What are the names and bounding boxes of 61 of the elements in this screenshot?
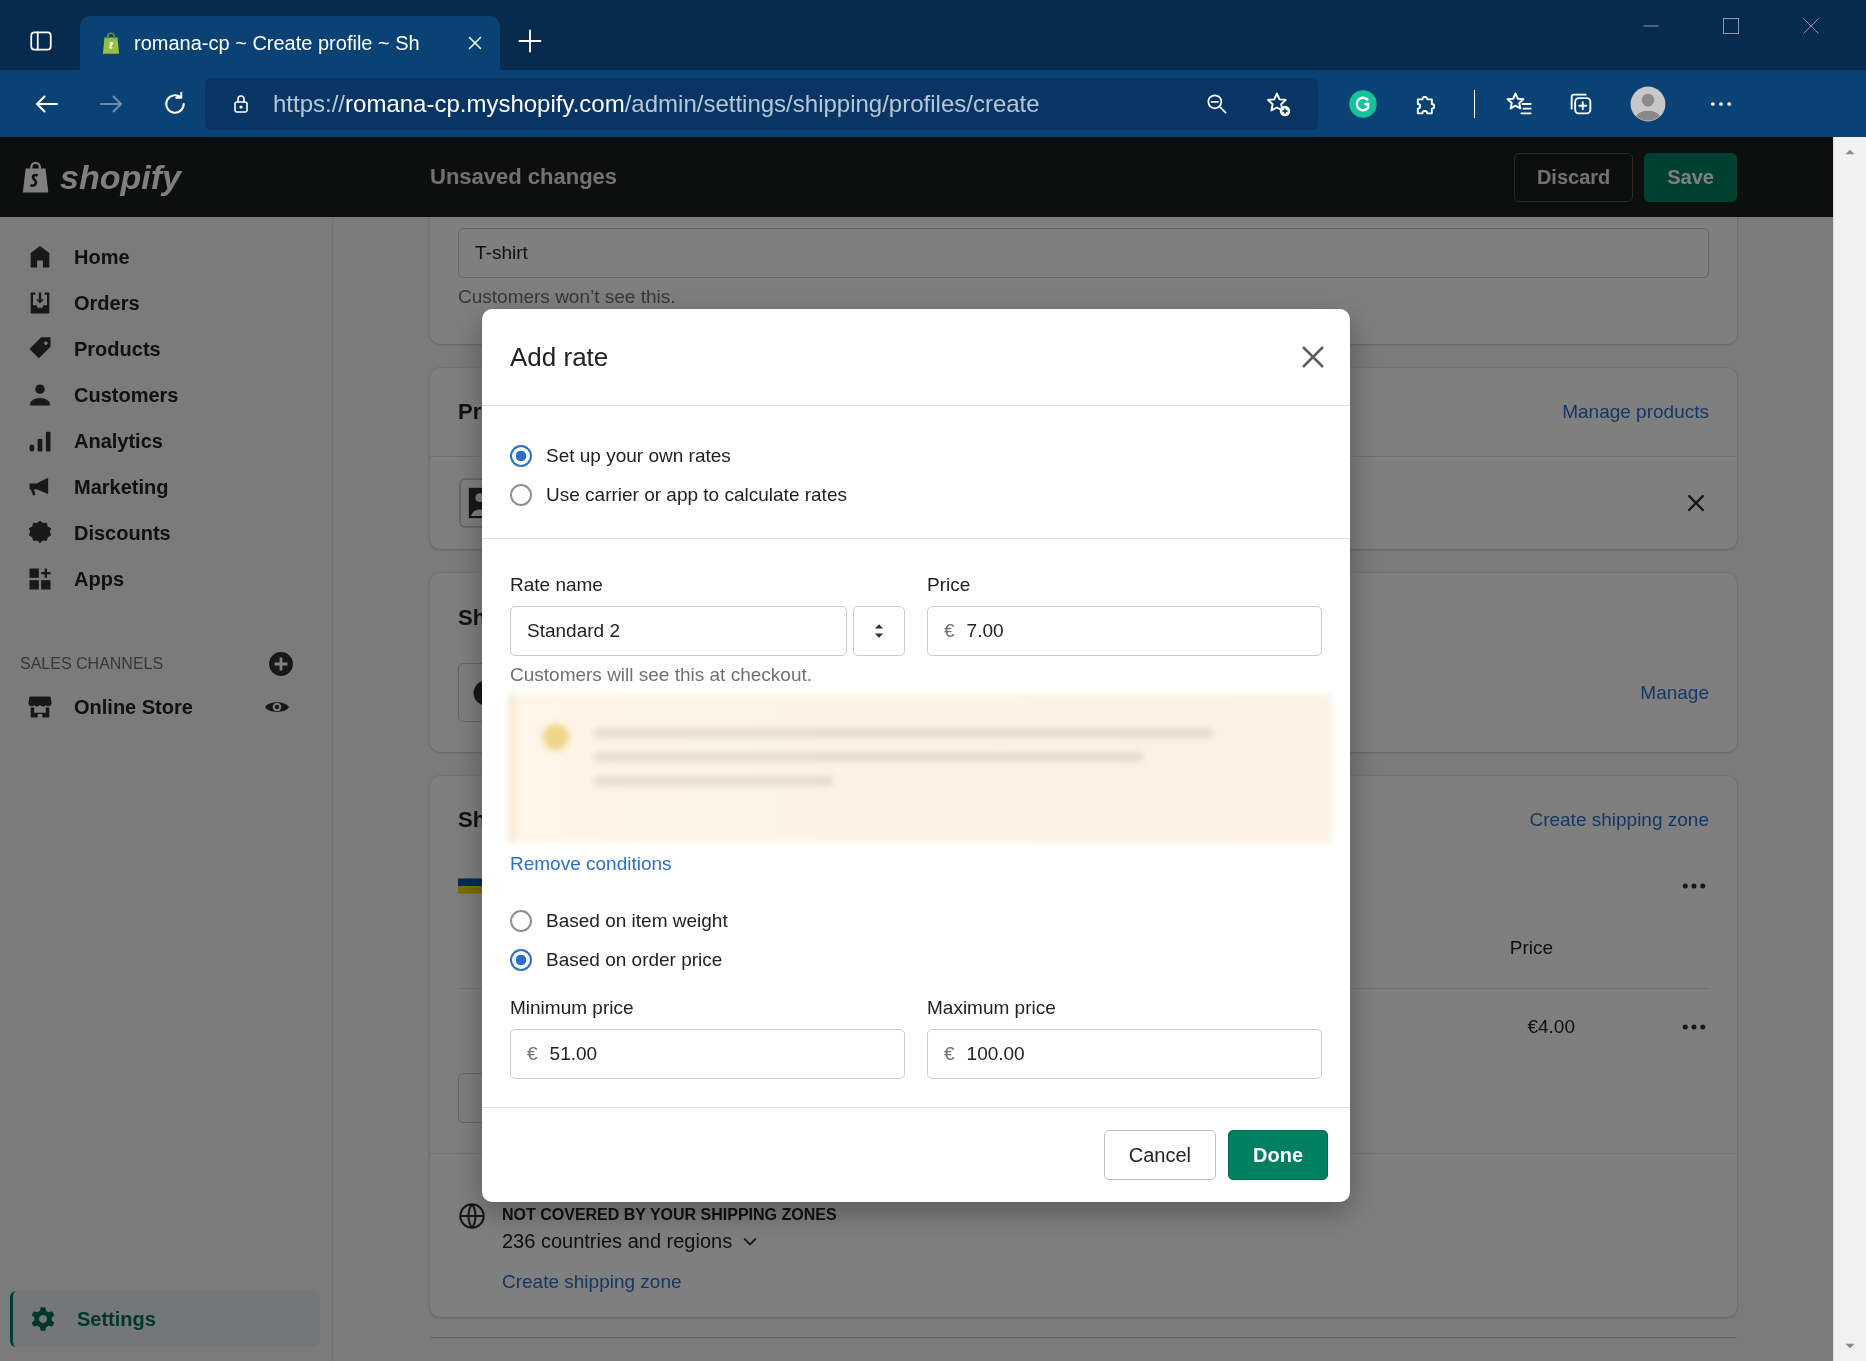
nav-item[interactable]: Customers	[0, 372, 320, 418]
field-label: Rate name	[510, 574, 604, 596]
grammar-extension-icon[interactable]	[1348, 88, 1378, 119]
column-header: Price	[1509, 937, 1553, 959]
radio-option[interactable]: Based on order price	[510, 946, 1322, 973]
nav-item[interactable]: Discounts	[0, 510, 320, 556]
countries-dropdown[interactable]: 236 countries and regions	[502, 1230, 837, 1253]
minimum-price-field[interactable]: € 51.00	[510, 1029, 905, 1079]
manage-products-link[interactable]: Manage products	[1562, 401, 1709, 423]
browser-tab[interactable]: romana-cp ~ Create profile ~ Sh	[80, 16, 500, 70]
radio-button[interactable]	[510, 948, 532, 971]
field-label: Price	[927, 574, 972, 596]
page-status: Unsaved changes	[430, 164, 618, 190]
tab-title: romana-cp ~ Create profile ~ Sh	[134, 31, 421, 55]
close-icon[interactable]	[1801, 16, 1821, 36]
avatar-icon[interactable]	[1629, 84, 1667, 123]
maximize-icon[interactable]	[1721, 16, 1741, 36]
nav-item[interactable]: Analytics	[0, 418, 320, 464]
rate-name-field[interactable]: Standard 2	[510, 606, 847, 656]
scrollbar[interactable]	[1833, 137, 1866, 1361]
manage-link[interactable]: Manage	[1640, 681, 1709, 704]
radio-button[interactable]	[510, 909, 532, 932]
create-zone-link[interactable]: Create shipping zone	[502, 1271, 682, 1293]
section-title: NOT COVERED BY YOUR SHIPPING ZONES	[502, 1206, 837, 1224]
sidebar-toggle-icon[interactable]	[28, 28, 54, 54]
nav-item[interactable]: Online Store	[0, 684, 320, 730]
new-tab-icon[interactable]	[516, 27, 544, 55]
remove-conditions-link[interactable]: Remove conditions	[510, 853, 672, 875]
text-field[interactable]: T-shirt	[458, 228, 1709, 278]
nav-item[interactable]: Settings	[10, 1291, 320, 1347]
dialog-title: Add rate	[510, 341, 609, 373]
cancel-button[interactable]: Cancel	[1103, 1130, 1216, 1180]
nav-item[interactable]: Apps	[0, 556, 320, 602]
gear-icon	[29, 1305, 57, 1333]
radio-button[interactable]	[510, 483, 532, 506]
url-text[interactable]: https://romana-cp.myshopify.com/admin/settings/shipping/profiles/create	[273, 89, 1040, 118]
discard-button[interactable]: Discard	[1513, 152, 1634, 202]
address-bar[interactable]: https://romana-cp.myshopify.com/admin/settings/shipping/profiles/create	[205, 77, 1318, 130]
field-label: Maximum price	[927, 997, 1057, 1019]
table-cell: €4.00	[1527, 1016, 1575, 1038]
help-text: Customers will see this at checkout.	[510, 664, 813, 686]
card-title: Pr	[458, 399, 482, 425]
nav-item[interactable]: Marketing	[0, 464, 320, 510]
nav-item[interactable]: Orders	[0, 280, 320, 326]
nav-item[interactable]: Home	[0, 234, 320, 280]
create-zone-link[interactable]: Create shipping zone	[1529, 809, 1709, 831]
globe-icon	[458, 1202, 486, 1230]
radio-option[interactable]: Use carrier or app to calculate rates	[510, 481, 1322, 508]
field-label: Minimum price	[510, 997, 635, 1019]
done-button[interactable]: Done	[1228, 1130, 1328, 1180]
radio-option[interactable]: Set up your own rates	[510, 442, 1322, 469]
section-title: SALES CHANNELS	[20, 655, 165, 673]
radio-button[interactable]	[510, 444, 532, 467]
nav-item[interactable]: Products	[0, 326, 320, 372]
radio-option[interactable]: Based on item weight	[510, 907, 1322, 934]
logo-text: shopify	[60, 157, 181, 197]
price-field[interactable]: € 7.00	[927, 606, 1322, 656]
help-text: Customers won’t see this.	[458, 286, 677, 308]
maximum-price-field[interactable]: € 100.00	[927, 1029, 1322, 1079]
save-button[interactable]: Save	[1644, 152, 1737, 202]
add-circle-icon[interactable]	[268, 651, 294, 677]
